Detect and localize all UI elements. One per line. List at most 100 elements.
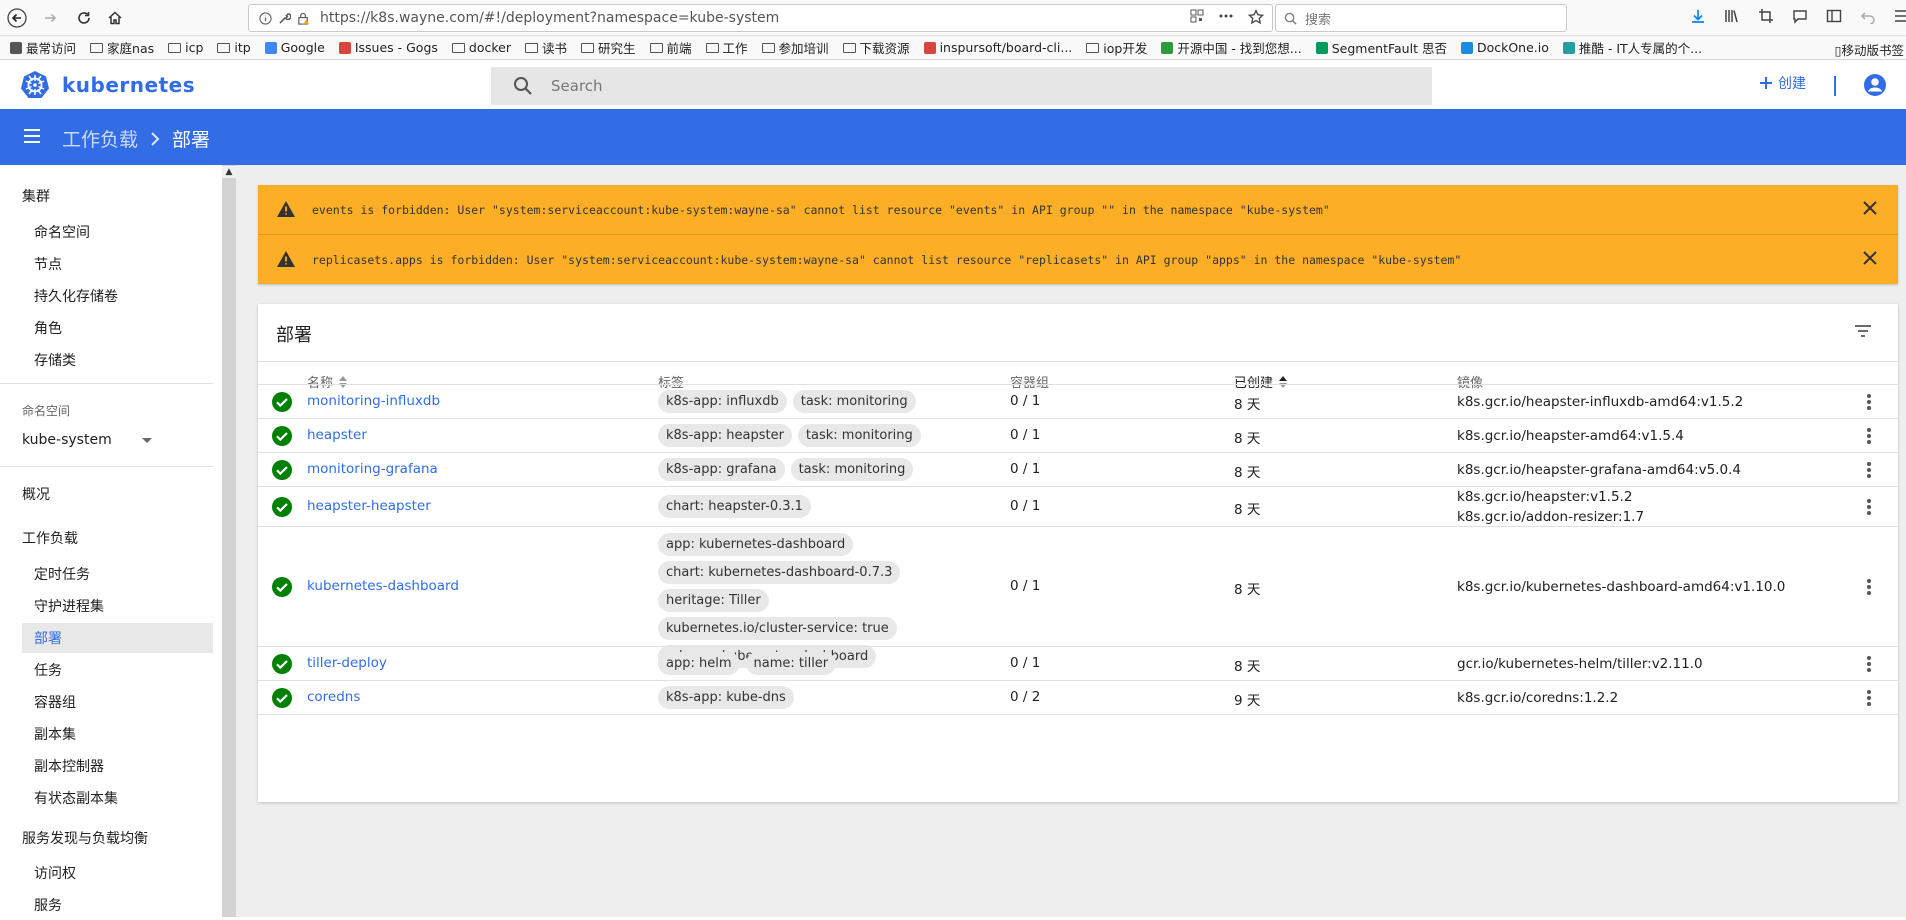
download-icon[interactable] (1690, 8, 1706, 24)
search-input[interactable] (551, 77, 1351, 95)
bookmark-item[interactable]: SegmentFault 思否 (1315, 38, 1447, 57)
bookmark-item[interactable]: Google (264, 40, 325, 55)
close-icon[interactable] (1862, 200, 1878, 216)
url-text[interactable]: https://k8s.wayne.com/#!/deployment?name… (320, 10, 779, 26)
mobile-bookmarks[interactable]: ▯移动版书签 (1835, 40, 1904, 59)
bookmark-item[interactable]: 下载资源 (842, 38, 910, 57)
sidebar-item-pods[interactable]: 容器组 (22, 687, 213, 717)
back-button[interactable] (3, 4, 31, 32)
bookmark-label: 家庭nas (107, 41, 155, 56)
labels-cell: app: helm name: tiller (658, 652, 837, 675)
sidebar-section-discovery[interactable]: 服务发现与负载均衡 (22, 828, 148, 848)
sidebar-item-storage-classes[interactable]: 存储类 (22, 345, 213, 375)
image-name: k8s.gcr.io/addon-resizer:1.7 (1457, 509, 1645, 525)
hamburger-menu-icon[interactable] (1894, 8, 1906, 24)
chat-icon[interactable] (1792, 8, 1808, 24)
deployment-name-link[interactable]: kubernetes-dashboard (307, 578, 459, 594)
more-actions-icon[interactable] (1218, 9, 1234, 25)
sidebar-section-workloads[interactable]: 工作负载 (22, 528, 78, 548)
forward-button[interactable] (36, 4, 64, 32)
app-search-bar[interactable] (491, 67, 1432, 105)
bookmark-item[interactable]: Issues - Gogs (338, 40, 438, 55)
more-vert-icon[interactable] (1866, 689, 1872, 707)
bookmark-item[interactable]: 开源中国 - 找到您想... (1161, 38, 1302, 57)
deployment-name-link[interactable]: coredns (307, 689, 360, 705)
bookmark-item[interactable]: DockOne.io (1460, 40, 1549, 55)
bookmark-item[interactable]: itp (217, 40, 251, 55)
lock-warning-icon[interactable] (297, 12, 310, 25)
close-icon[interactable] (1862, 250, 1878, 266)
sidebar-item-stateful-sets[interactable]: 有状态副本集 (22, 783, 213, 813)
more-vert-icon[interactable] (1866, 461, 1872, 479)
bookmark-label: docker (468, 40, 511, 55)
undo-icon[interactable] (1860, 8, 1876, 24)
bookmark-item[interactable]: 最常访问 (10, 38, 76, 57)
bookmark-item[interactable]: 家庭nas (90, 38, 154, 57)
browser-search-field[interactable]: 搜索 (1275, 4, 1567, 32)
bookmark-label: 最常访问 (26, 41, 77, 56)
sidebar-scrollbar[interactable] (222, 165, 236, 917)
card-title: 部署 (276, 325, 312, 346)
sidebar-item-cron-jobs[interactable]: 定时任务 (22, 559, 213, 589)
bookmark-item[interactable]: 工作 (705, 38, 748, 57)
alert-events-forbidden: events is forbidden: User "system:servic… (258, 185, 1898, 234)
filter-button[interactable] (1854, 324, 1872, 338)
sidebar-item-jobs[interactable]: 任务 (22, 655, 213, 685)
info-icon[interactable] (259, 11, 272, 25)
nav-menu-button[interactable] (22, 127, 42, 145)
bookmark-item[interactable]: 读书 (524, 38, 567, 57)
bookmark-item[interactable]: 参加培训 (761, 38, 829, 57)
namespace-select[interactable]: kube-system (22, 432, 152, 448)
more-vert-icon[interactable] (1866, 427, 1872, 445)
qr-code-icon[interactable] (1190, 9, 1204, 25)
deployment-name-link[interactable]: heapster (307, 427, 367, 443)
plus-icon (1758, 75, 1774, 91)
sidebar-item-services[interactable]: 服务 (22, 890, 213, 920)
bookmark-item[interactable]: inspursoft/board-cli... (923, 40, 1072, 55)
sidebar-item-replica-sets[interactable]: 副本集 (22, 719, 213, 749)
sidebar-item-replication-controllers[interactable]: 副本控制器 (22, 751, 213, 781)
wrench-icon[interactable] (278, 12, 291, 25)
bookmark-item[interactable]: icp (168, 40, 203, 55)
more-vert-icon[interactable] (1866, 393, 1872, 411)
bookmark-item[interactable]: 前端 (649, 38, 692, 57)
sidebar-item-deployments[interactable]: 部署 (22, 623, 213, 653)
library-icon[interactable] (1724, 8, 1740, 24)
reload-button[interactable] (70, 4, 98, 32)
home-button[interactable] (101, 4, 129, 32)
deployment-name-link[interactable]: heapster-heapster (307, 498, 431, 514)
bookmark-item[interactable]: 推酷 - IT人专属的个... (1562, 38, 1702, 57)
deployment-name-link[interactable]: monitoring-influxdb (307, 393, 440, 409)
label-chip: task: monitoring (790, 458, 914, 481)
sidebar-item-daemon-sets[interactable]: 守护进程集 (22, 591, 213, 621)
sidebar-section-cluster[interactable]: 集群 (22, 186, 50, 206)
folder-icon (90, 42, 104, 53)
account-button[interactable] (1863, 73, 1887, 97)
breadcrumb-workloads[interactable]: 工作负载 (62, 125, 138, 152)
label-chip: chart: kubernetes-dashboard-0.7.3 (658, 561, 901, 584)
sidebar-item-overview[interactable]: 概况 (22, 484, 50, 504)
sidebar-item-persistent-volumes[interactable]: 持久化存储卷 (22, 281, 213, 311)
sidebar-toggle-icon[interactable] (1826, 8, 1842, 24)
image-name: gcr.io/kubernetes-helm/tiller:v2.11.0 (1457, 656, 1703, 672)
browser-search-placeholder: 搜索 (1305, 12, 1332, 28)
deployment-name-link[interactable]: monitoring-grafana (307, 461, 438, 477)
bookmark-star-icon[interactable] (1248, 9, 1264, 25)
bookmark-item[interactable]: iop开发 (1086, 38, 1147, 57)
bookmark-item[interactable]: docker (451, 40, 511, 55)
bookmark-item[interactable]: 研究生 (580, 38, 636, 57)
kubernetes-logo[interactable]: kubernetes (20, 70, 195, 100)
more-vert-icon[interactable] (1866, 498, 1872, 516)
scroll-up-arrow-icon[interactable]: ▲ (222, 166, 236, 178)
more-vert-icon[interactable] (1866, 578, 1872, 596)
crop-screenshot-icon[interactable] (1758, 8, 1774, 24)
sidebar-item-ingresses[interactable]: 访问权 (22, 858, 213, 888)
sidebar-item-nodes[interactable]: 节点 (22, 249, 213, 279)
deployment-name-link[interactable]: tiller-deploy (307, 655, 387, 671)
create-button[interactable]: 创建 (1758, 73, 1806, 93)
more-vert-icon[interactable] (1866, 655, 1872, 673)
folder-icon (451, 42, 465, 53)
sidebar-item-roles[interactable]: 角色 (22, 313, 213, 343)
sidebar-item-namespaces[interactable]: 命名空间 (22, 217, 213, 247)
url-bar[interactable]: https://k8s.wayne.com/#!/deployment?name… (248, 4, 1273, 32)
